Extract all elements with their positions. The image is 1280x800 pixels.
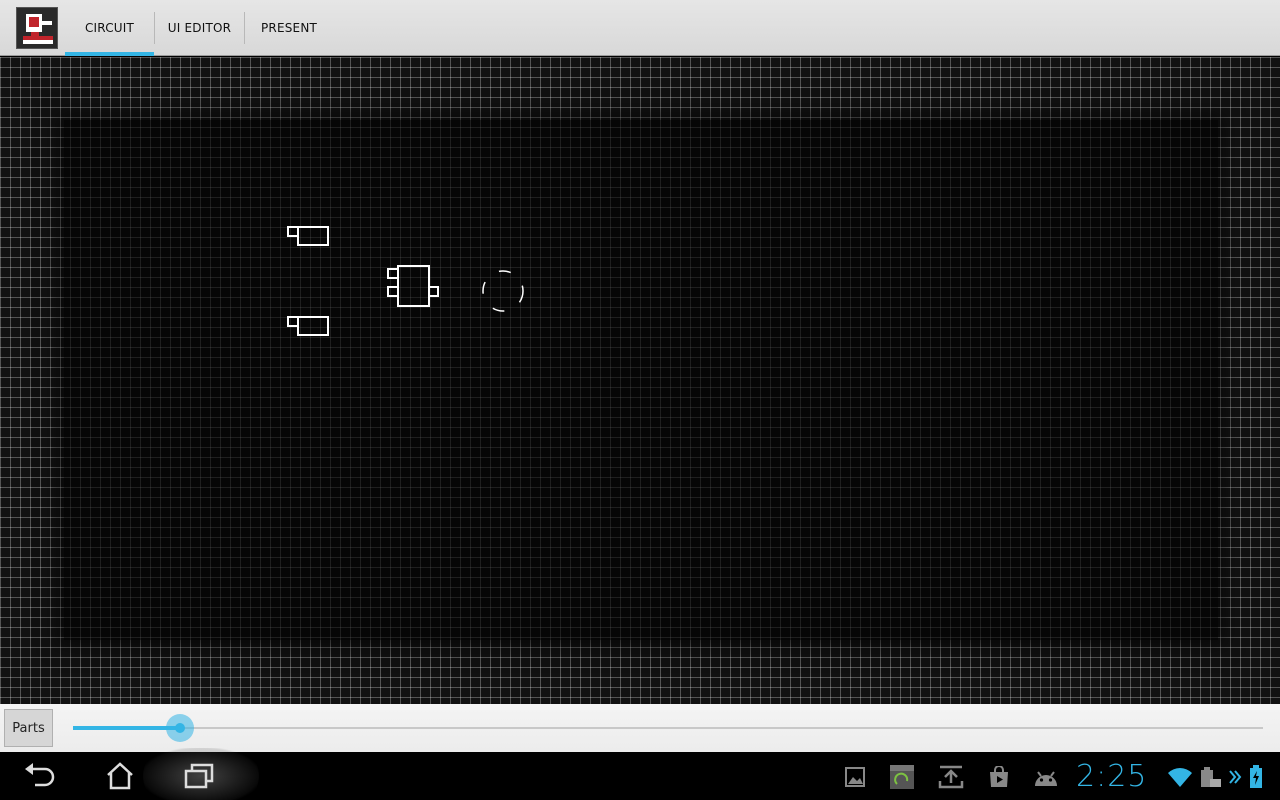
input-block[interactable] bbox=[287, 225, 331, 249]
keyboard-icon bbox=[1197, 764, 1223, 790]
output-led[interactable] bbox=[480, 269, 528, 315]
logic-gate[interactable] bbox=[387, 264, 443, 310]
clock[interactable]: 2:25 bbox=[1076, 756, 1147, 796]
tab-present[interactable]: PRESENT bbox=[245, 0, 333, 56]
action-bar: CIRCUIT UI EDITOR PRESENT bbox=[0, 0, 1280, 56]
circuit-stage[interactable] bbox=[64, 120, 1218, 640]
battery-icon bbox=[1247, 764, 1265, 790]
zoom-slider-fill bbox=[73, 726, 181, 730]
screenshot-icon[interactable] bbox=[889, 764, 915, 790]
tab-ui-editor[interactable]: UI EDITOR bbox=[155, 0, 244, 56]
system-bar: 2:25 bbox=[0, 748, 1280, 800]
upload-icon[interactable] bbox=[938, 764, 964, 790]
gallery-icon[interactable] bbox=[842, 764, 868, 790]
input-block[interactable] bbox=[287, 315, 331, 339]
back-icon[interactable] bbox=[10, 756, 70, 796]
bottom-toolbar: Parts bbox=[0, 704, 1280, 752]
recents-icon[interactable] bbox=[170, 756, 230, 796]
zoom-slider-thumb[interactable] bbox=[166, 714, 195, 742]
parts-button[interactable]: Parts bbox=[4, 709, 53, 747]
circuit-canvas[interactable] bbox=[0, 57, 1280, 704]
android-icon[interactable] bbox=[1033, 764, 1059, 790]
chevron-icon[interactable] bbox=[1227, 764, 1243, 790]
wifi-icon bbox=[1166, 764, 1194, 790]
tab-circuit[interactable]: CIRCUIT bbox=[65, 0, 154, 56]
app-icon[interactable] bbox=[16, 7, 58, 49]
home-icon[interactable] bbox=[90, 756, 150, 796]
play-store-icon[interactable] bbox=[986, 764, 1012, 790]
zoom-slider-track[interactable] bbox=[73, 727, 1263, 729]
